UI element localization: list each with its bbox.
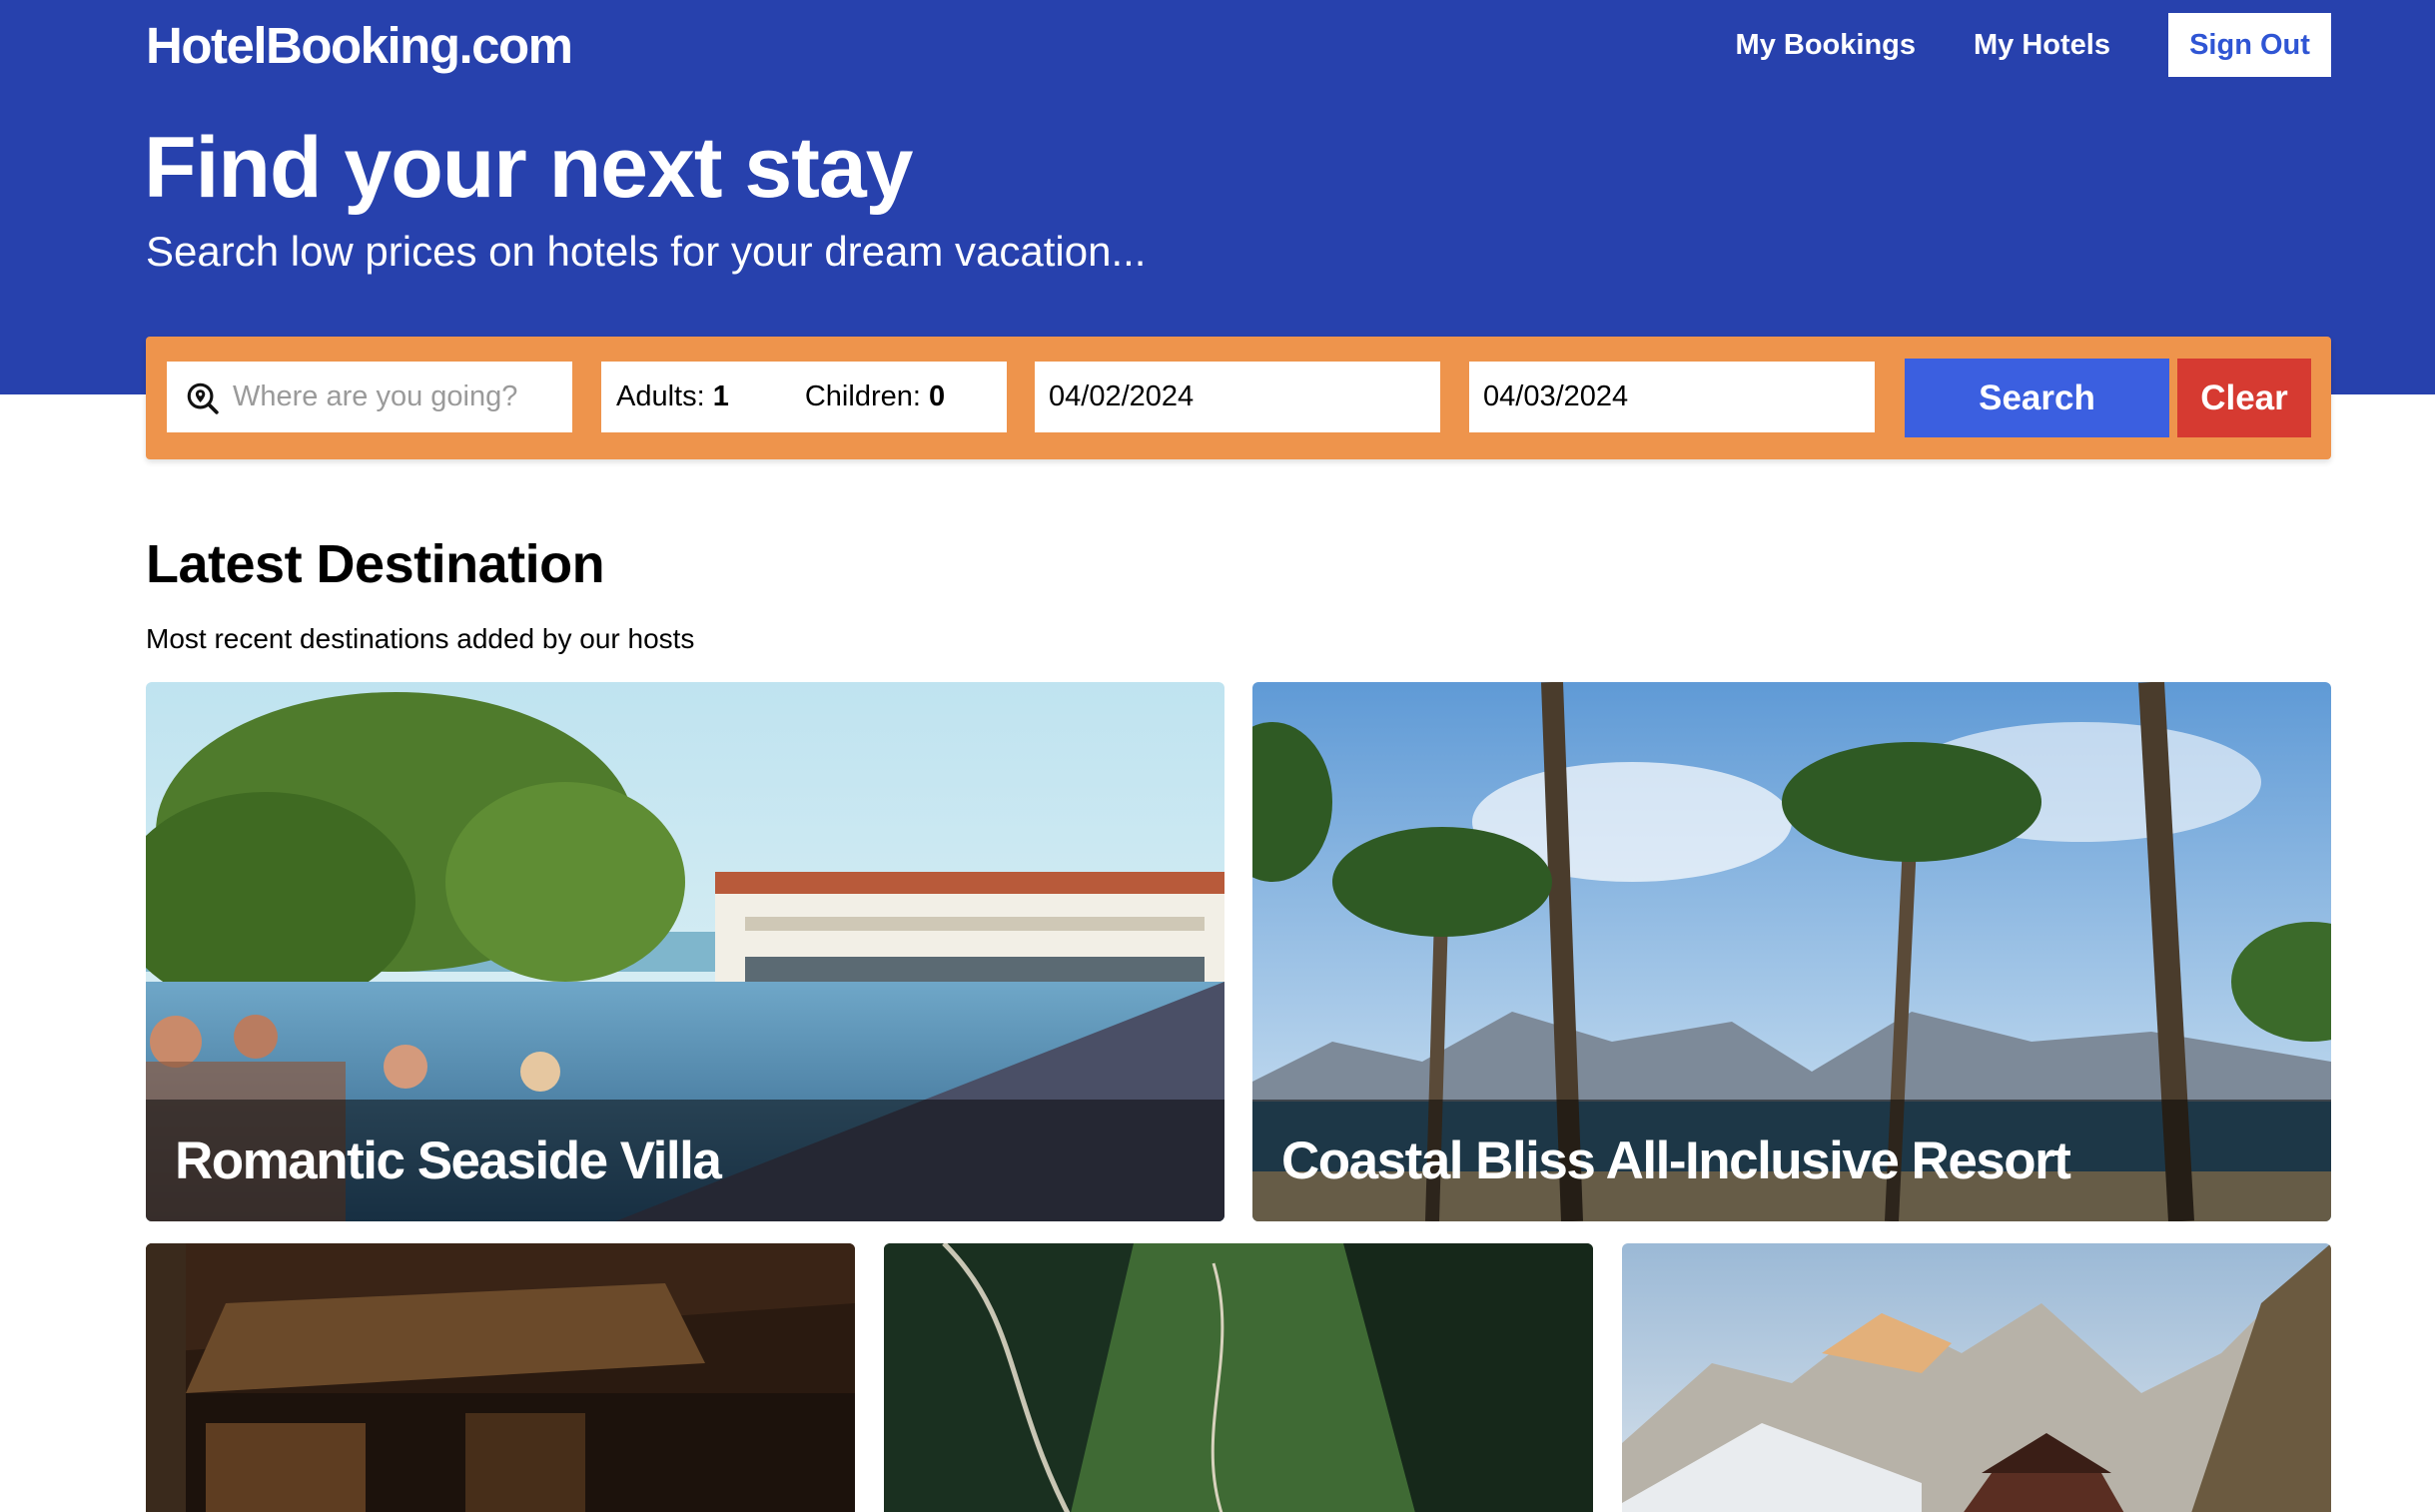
top-nav: My Bookings My Hotels Sign Out [1736, 13, 2331, 77]
brand-logo[interactable]: HotelBooking.com [146, 14, 573, 78]
destination-name: Romantic Seaside Villa [175, 1131, 722, 1190]
section-title: Latest Destination [146, 534, 605, 594]
search-bar: Where are you going? Adults: 1 Children:… [146, 337, 2331, 459]
destination-card[interactable] [146, 1243, 855, 1512]
destination-photo [884, 1243, 1593, 1512]
search-button[interactable]: Search [1905, 359, 2169, 437]
destination-card[interactable] [884, 1243, 1593, 1512]
destination-caption: Romantic Seaside Villa [146, 1100, 1224, 1221]
hero-banner: HotelBooking.com My Bookings My Hotels S… [0, 0, 2435, 394]
page-subtitle: Search low prices on hotels for your dre… [146, 228, 1147, 275]
adults-value: 1 [712, 380, 729, 412]
nav-my-hotels[interactable]: My Hotels [1974, 13, 2110, 77]
nav-my-bookings[interactable]: My Bookings [1736, 13, 1916, 77]
adults-field[interactable]: Adults: 1 [616, 380, 729, 413]
children-label: Children: [804, 380, 929, 412]
destination-name: Coastal Bliss All-Inclusive Resort [1281, 1131, 2071, 1190]
destination-placeholder: Where are you going? [233, 380, 518, 412]
destination-photo [146, 1243, 855, 1512]
page-title: Find your next stay [144, 120, 913, 216]
search-location-icon [187, 382, 219, 414]
destination-card[interactable]: Romantic Seaside Villa [146, 682, 1224, 1221]
sign-out-button[interactable]: Sign Out [2168, 13, 2331, 77]
clear-button[interactable]: Clear [2177, 359, 2311, 437]
destination-card[interactable] [1622, 1243, 2331, 1512]
adults-label: Adults: [616, 380, 713, 412]
destination-caption: Coastal Bliss All-Inclusive Resort [1252, 1100, 2331, 1221]
destination-photo [1622, 1243, 2331, 1512]
guest-count-field[interactable]: Adults: 1 Children: 0 [601, 362, 1007, 432]
destination-card[interactable]: Coastal Bliss All-Inclusive Resort [1252, 682, 2331, 1221]
children-value: 0 [928, 380, 946, 412]
section-subtitle: Most recent destinations added by our ho… [146, 623, 695, 654]
check-in-date-input[interactable]: 04/02/2024 [1035, 362, 1440, 432]
check-out-date-input[interactable]: 04/03/2024 [1469, 362, 1875, 432]
children-field[interactable]: Children: 0 [805, 380, 945, 413]
destination-input[interactable]: Where are you going? [167, 362, 572, 432]
